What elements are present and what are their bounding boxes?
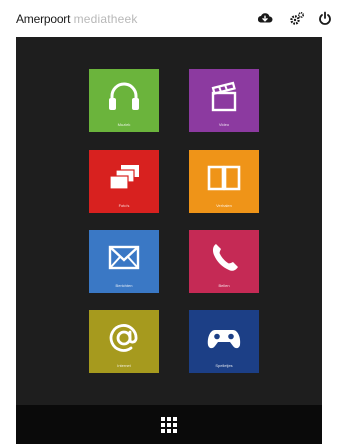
tile-video[interactable]: Video [189,69,259,132]
tile-berichten[interactable]: Berichten [89,230,159,293]
tile-internet[interactable]: Internet [89,310,159,373]
book-icon [207,165,241,191]
headphones-icon [109,82,139,110]
bottom-bar [16,405,322,444]
tile-label: Verhalen [216,203,232,208]
app-grid-icon[interactable] [161,417,177,433]
brand-subtitle: mediatheek [73,12,138,26]
header: Amerpoort mediatheek [0,0,338,37]
tile-bellen[interactable]: Bellen [189,230,259,293]
tile-fotos[interactable]: Foto's [89,150,159,213]
tile-spelletjes[interactable]: Spelletjes [189,310,259,373]
tile-label: Foto's [118,203,130,208]
tile-label: Internet [117,363,131,368]
brand-name: Amerpoort [16,12,71,26]
tile-label: Muziek [117,122,131,127]
tile-label: Bellen [218,283,230,288]
tile-label: Berichten [115,283,133,288]
gamepad-icon [207,330,241,349]
envelope-icon [108,245,140,270]
power-icon[interactable] [316,9,334,27]
app-title: Amerpoort mediatheek [16,12,138,26]
settings-icon[interactable] [288,9,306,27]
tile-label: Spelletjes [215,363,233,368]
tile-label: Video [218,122,230,127]
clapperboard-icon [211,81,237,112]
at-sign-icon [109,324,138,352]
tile-verhalen[interactable]: Verhalen [189,150,259,213]
phone-icon [212,244,238,271]
tile-muziek[interactable]: Muziek [89,69,159,132]
cloud-download-icon[interactable] [256,9,274,27]
photos-icon [109,165,139,190]
tile-grid: Muziek Video Foto's Verhalen Berichten B… [16,37,322,405]
